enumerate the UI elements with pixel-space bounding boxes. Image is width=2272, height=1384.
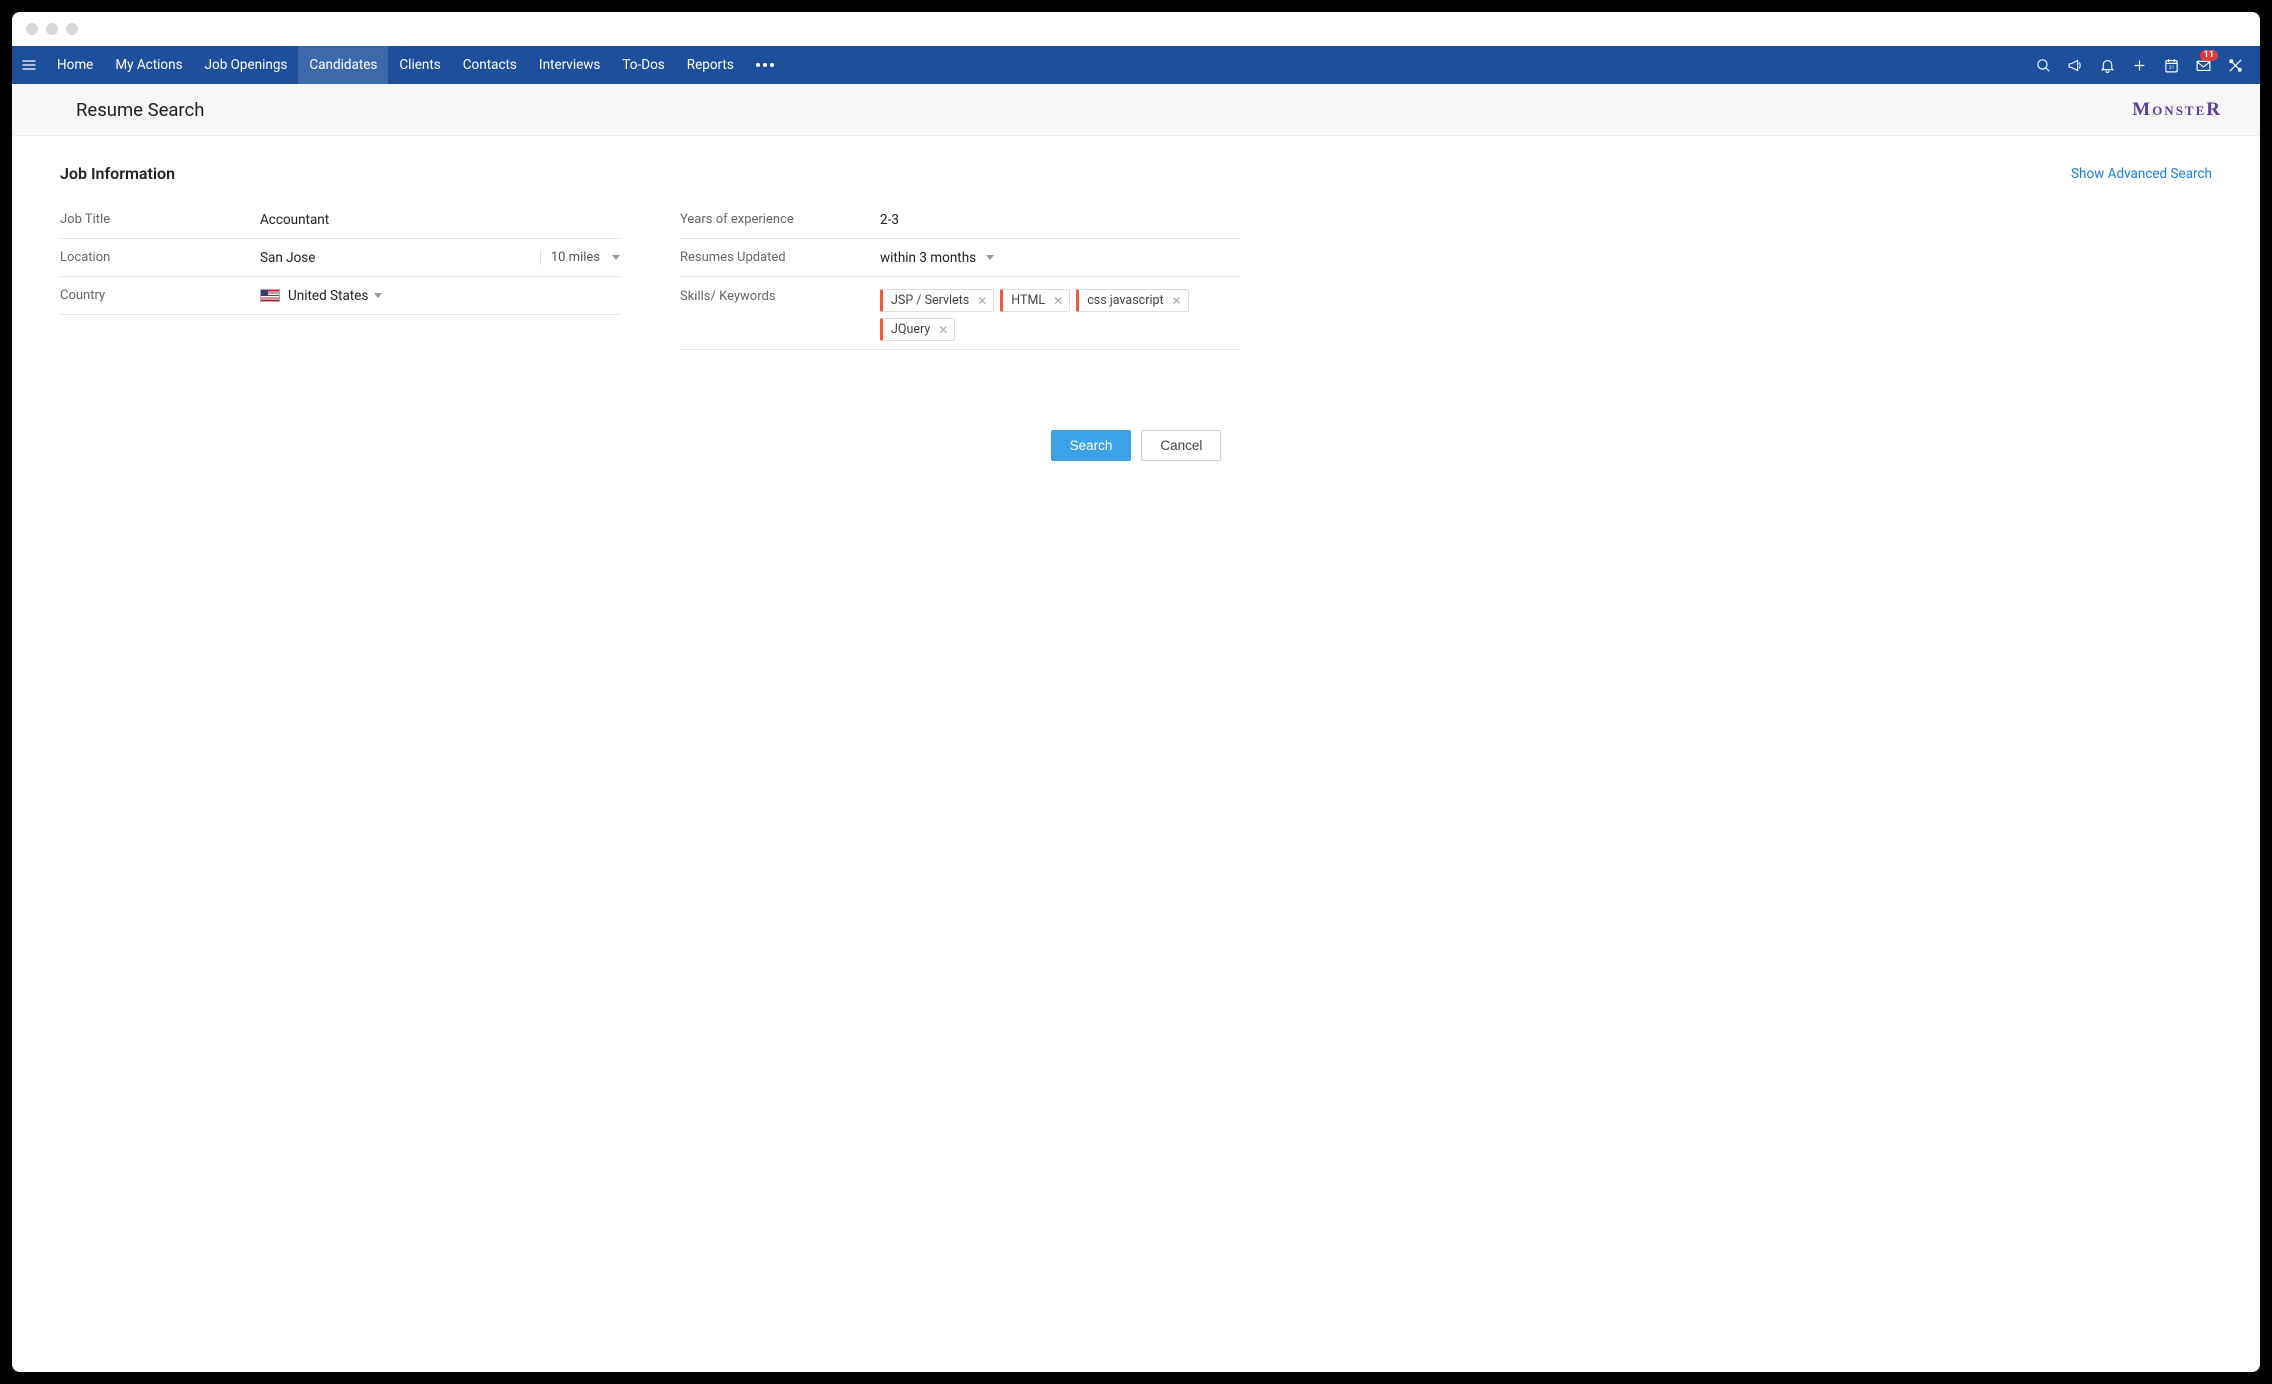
input-years[interactable]	[880, 212, 1240, 228]
skill-tag-label: JSP / Servlets	[891, 293, 969, 308]
window-zoom-dot[interactable]	[66, 23, 78, 35]
skill-tag: JSP / Servlets ✕	[880, 289, 994, 312]
window-titlebar	[12, 12, 2260, 46]
sub-header: Resume Search MonsteR	[12, 84, 2260, 136]
chevron-down-icon	[374, 293, 382, 298]
form-actions: Search Cancel	[60, 430, 2212, 461]
nav-item-my-actions[interactable]: My Actions	[104, 46, 193, 84]
tools-icon[interactable]	[2220, 46, 2250, 84]
form-col-left: Job Title Location 10 miles	[60, 201, 620, 350]
label-years: Years of experience	[680, 212, 880, 227]
remove-tag-icon[interactable]: ✕	[1053, 294, 1063, 308]
label-skills: Skills/ Keywords	[680, 285, 880, 304]
flag-us-icon	[260, 289, 280, 302]
row-location: Location 10 miles	[60, 239, 620, 277]
menu-icon[interactable]	[12, 46, 46, 84]
section-title: Job Information	[60, 164, 175, 183]
form-grid: Job Title Location 10 miles	[60, 201, 2212, 350]
nav-item-to-dos[interactable]: To-Dos	[611, 46, 675, 84]
row-years: Years of experience	[680, 201, 1240, 239]
nav-item-job-openings[interactable]: Job Openings	[194, 46, 299, 84]
input-job-title[interactable]	[260, 212, 620, 228]
add-icon[interactable]	[2124, 46, 2154, 84]
nav-item-home[interactable]: Home	[46, 46, 104, 84]
app-window: HomeMy ActionsJob OpeningsCandidatesClie…	[12, 12, 2260, 1372]
chevron-down-icon	[612, 255, 620, 260]
radius-value: 10 miles	[551, 250, 600, 265]
content-area: Job Information Show Advanced Search Job…	[12, 136, 2260, 1372]
top-nav: HomeMy ActionsJob OpeningsCandidatesClie…	[12, 46, 2260, 84]
nav-more-button[interactable]	[745, 46, 785, 84]
mail-icon[interactable]: 11	[2188, 46, 2218, 84]
search-icon[interactable]	[2028, 46, 2058, 84]
label-job-title: Job Title	[60, 212, 260, 227]
remove-tag-icon[interactable]: ✕	[1172, 294, 1182, 308]
nav-item-interviews[interactable]: Interviews	[528, 46, 612, 84]
label-location: Location	[60, 250, 260, 265]
row-job-title: Job Title	[60, 201, 620, 239]
svg-text:31: 31	[2168, 65, 2174, 71]
window-minimize-dot[interactable]	[46, 23, 58, 35]
skill-tag-label: css javascript	[1087, 293, 1163, 308]
nav-item-clients[interactable]: Clients	[388, 46, 451, 84]
input-location[interactable]	[260, 250, 532, 266]
skill-tag-label: HTML	[1011, 293, 1045, 308]
skill-tag: css javascript ✕	[1076, 289, 1188, 312]
updated-value: within 3 months	[880, 250, 976, 266]
page-title: Resume Search	[76, 99, 204, 121]
label-updated: Resumes Updated	[680, 250, 880, 265]
search-button[interactable]: Search	[1051, 430, 1132, 461]
skill-tag: HTML ✕	[1000, 289, 1070, 312]
section-header: Job Information Show Advanced Search	[60, 164, 2212, 183]
nav-item-reports[interactable]: Reports	[676, 46, 745, 84]
bell-icon[interactable]	[2092, 46, 2122, 84]
radius-select[interactable]: 10 miles	[540, 250, 620, 265]
chevron-down-icon	[986, 255, 994, 260]
updated-select[interactable]: within 3 months	[880, 250, 994, 266]
nav-item-contacts[interactable]: Contacts	[452, 46, 528, 84]
country-select[interactable]: United States	[260, 288, 382, 304]
mail-badge: 11	[2200, 50, 2218, 61]
show-advanced-search-link[interactable]: Show Advanced Search	[2071, 166, 2212, 182]
row-updated: Resumes Updated within 3 months	[680, 239, 1240, 277]
nav-left: HomeMy ActionsJob OpeningsCandidatesClie…	[12, 46, 785, 84]
country-value: United States	[288, 288, 368, 304]
row-country: Country United States	[60, 277, 620, 315]
brand-logo: MonsteR	[2132, 99, 2222, 121]
cancel-button[interactable]: Cancel	[1141, 430, 1221, 461]
skill-tag-label: JQuery	[891, 322, 930, 337]
window-close-dot[interactable]	[26, 23, 38, 35]
row-skills: Skills/ Keywords JSP / Servlets✕HTML✕css…	[680, 277, 1240, 350]
remove-tag-icon[interactable]: ✕	[938, 323, 948, 337]
remove-tag-icon[interactable]: ✕	[977, 294, 987, 308]
skills-tags[interactable]: JSP / Servlets✕HTML✕css javascript✕JQuer…	[880, 285, 1240, 347]
calendar-icon[interactable]: 31	[2156, 46, 2186, 84]
announce-icon[interactable]	[2060, 46, 2090, 84]
skill-tag: JQuery ✕	[880, 318, 955, 341]
nav-right: 31 11	[2028, 46, 2260, 84]
form-col-right: Years of experience Resumes Updated with…	[680, 201, 1240, 350]
label-country: Country	[60, 288, 260, 303]
more-icon	[756, 63, 774, 67]
nav-item-candidates[interactable]: Candidates	[298, 46, 388, 84]
